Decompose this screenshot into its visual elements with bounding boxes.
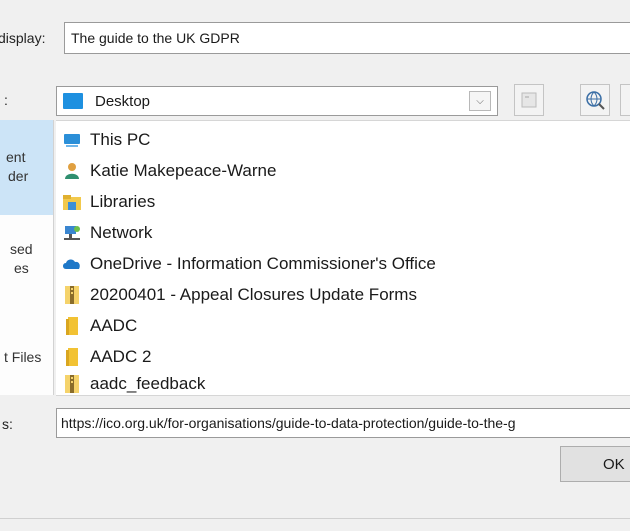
look-in-value: Desktop — [95, 92, 151, 110]
computer-icon — [62, 130, 82, 150]
place-label-line2: es — [14, 260, 29, 276]
item-label: AADC — [90, 316, 138, 335]
folder-icon — [62, 347, 82, 367]
list-item[interactable]: 20200401 - Appeal Closures Update Forms — [62, 281, 417, 309]
list-item[interactable]: Network — [62, 219, 152, 247]
network-icon — [62, 223, 82, 243]
file-list[interactable]: This PC Katie Makepeace-Warne Libraries … — [56, 120, 630, 396]
display-label: display: — [0, 30, 46, 46]
globe-search-icon — [586, 91, 605, 110]
address-field[interactable]: https://ico.org.uk/for-organisations/gui… — [56, 408, 630, 438]
display-text-field[interactable]: The guide to the UK GDPR — [64, 22, 630, 54]
up-folder-button[interactable] — [514, 84, 544, 116]
bottom-divider — [0, 518, 630, 519]
place-item-recent-files[interactable]: t Files — [0, 348, 53, 378]
item-label: OneDrive - Information Commissioner's Of… — [90, 254, 436, 273]
web-search-button[interactable] — [580, 84, 610, 116]
desktop-icon — [63, 93, 83, 109]
library-icon — [62, 192, 82, 212]
zip-folder-icon — [62, 285, 82, 305]
item-label: Katie Makepeace-Warne — [90, 161, 277, 180]
list-item[interactable]: AADC — [62, 312, 137, 340]
extra-toolbar-button[interactable] — [620, 84, 630, 116]
ok-button[interactable]: OK — [560, 446, 630, 482]
item-label: AADC 2 — [90, 347, 152, 366]
address-label: s: — [2, 416, 13, 432]
item-label: Libraries — [90, 192, 156, 211]
zip-folder-icon — [62, 374, 82, 394]
place-label-line1: ent — [6, 149, 26, 165]
list-item[interactable]: Libraries — [62, 188, 155, 216]
place-label-line2: der — [8, 168, 29, 184]
list-item[interactable]: aadc_feedback — [62, 370, 205, 398]
item-label: aadc_feedback — [90, 374, 206, 393]
chevron-down-icon[interactable]: ⌵ — [469, 91, 491, 111]
item-label: 20200401 - Appeal Closures Update Forms — [90, 285, 417, 304]
place-label-line1: t Files — [4, 349, 42, 365]
look-in-label: : — [4, 92, 8, 108]
list-item[interactable]: Katie Makepeace-Warne — [62, 157, 276, 185]
list-item[interactable]: AADC 2 — [62, 343, 151, 371]
list-item[interactable]: OneDrive - Information Commissioner's Of… — [62, 250, 436, 278]
user-icon — [62, 161, 82, 181]
cloud-icon — [62, 254, 82, 274]
item-label: This PC — [90, 130, 151, 149]
places-bar: ent der sed es t Files — [0, 120, 54, 395]
place-label-line1: sed — [10, 241, 33, 257]
item-label: Network — [90, 223, 153, 242]
up-folder-icon — [521, 92, 537, 108]
folder-icon — [62, 316, 82, 336]
place-item-browsed-pages[interactable]: sed es — [0, 240, 53, 290]
look-in-dropdown[interactable]: Desktop ⌵ — [56, 86, 498, 116]
place-item-recent-folder[interactable]: ent der — [0, 120, 53, 215]
list-item[interactable]: This PC — [62, 126, 150, 154]
